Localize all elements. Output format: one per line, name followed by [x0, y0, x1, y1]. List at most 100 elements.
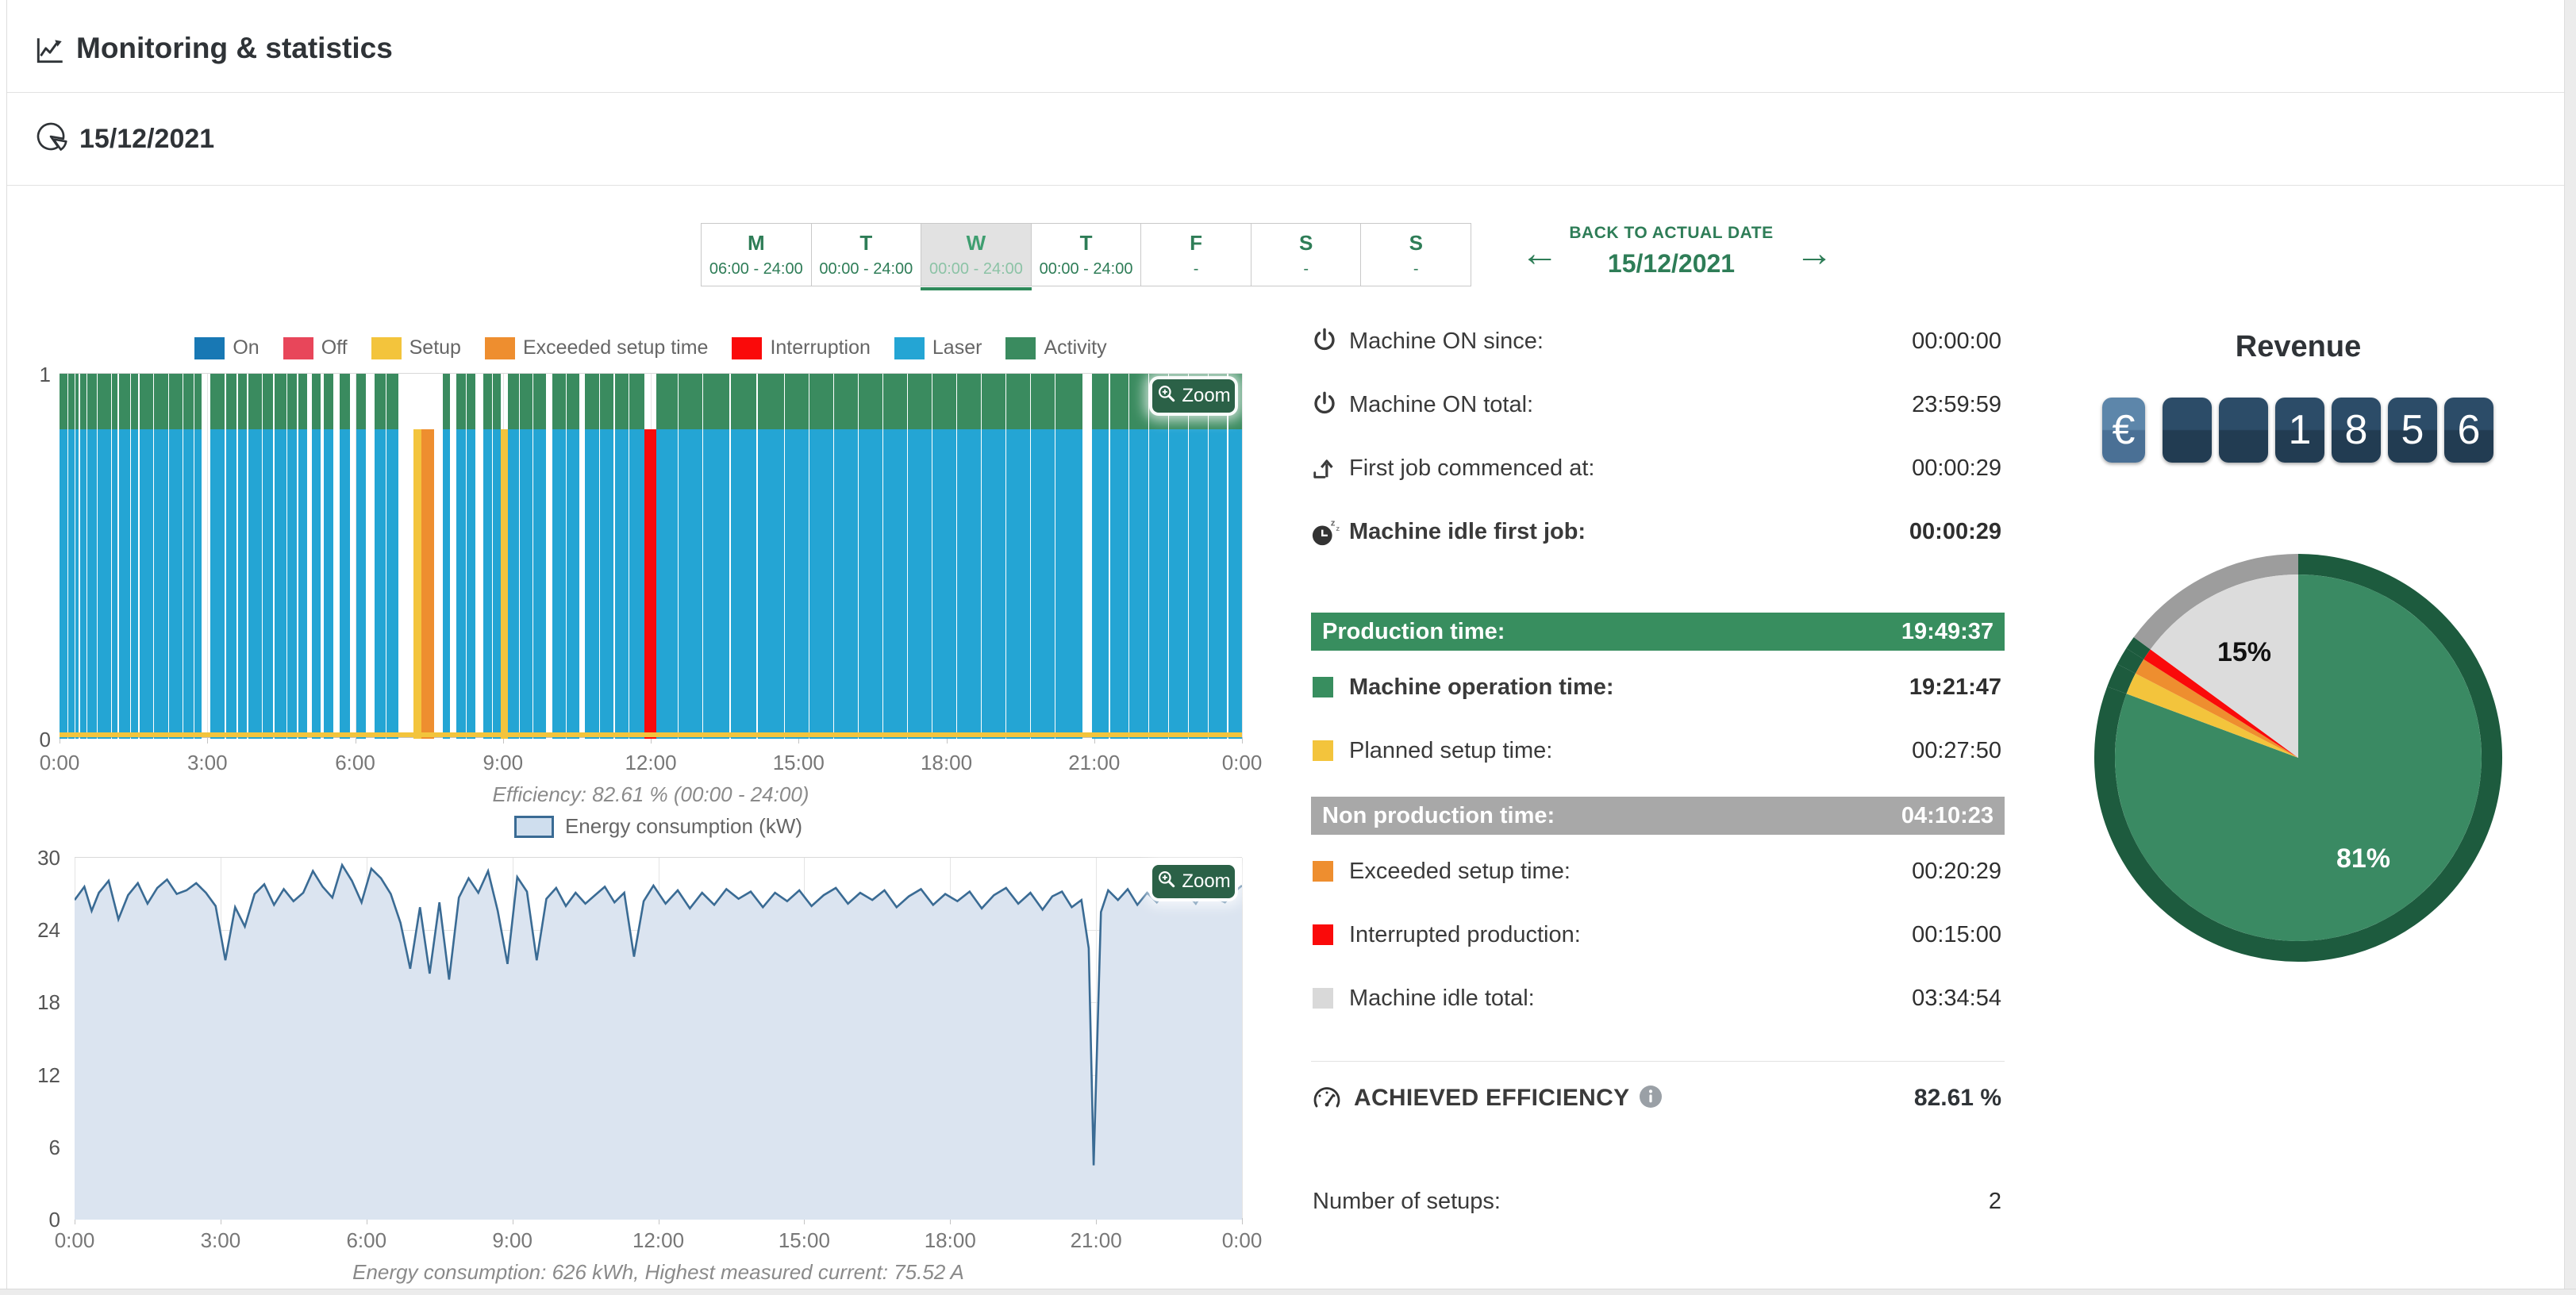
timeline-x-tick-label: 6:00 [335, 751, 375, 775]
timeline-laser-bar [982, 429, 1005, 739]
energy-y-tick-label: 24 [11, 918, 60, 943]
timeline-zoom-button[interactable]: Zoom [1152, 379, 1235, 413]
timeline-activity-bar [508, 374, 519, 429]
non-production-time-value: 04:10:23 [1901, 797, 1994, 835]
legend-label: Interruption [770, 336, 870, 359]
timeline-laser-bar [248, 429, 262, 739]
monitoring-dashboard: Monitoring & statistics 15/12/2021 M06:0… [0, 0, 2576, 1295]
legend-item-exceeded-setup-time: Exceeded setup time [485, 336, 708, 359]
energy-x-tick-label: 0:00 [1222, 1228, 1263, 1253]
timeline-laser-bar [210, 429, 225, 739]
timeline-laser-bar [80, 429, 87, 739]
timeline-laser-bar [508, 429, 519, 739]
timeline-activity-bar [1092, 374, 1109, 429]
timeline-x-tick-label: 0:00 [40, 751, 80, 775]
timeline-activity-bar [238, 374, 247, 429]
number-of-setups-row: Number of setups: 2 [1311, 1184, 2005, 1219]
timeline-tick [1242, 737, 1243, 744]
energy-x-tick-label: 12:00 [632, 1228, 684, 1253]
timeline-laser-bar [483, 429, 492, 739]
day-time-range: 00:00 - 24:00 [1040, 260, 1133, 279]
machine-idle-first-job-label: Machine idle first job: [1349, 513, 1586, 551]
timeline-laser-bar [75, 429, 79, 739]
legend-label: Laser [932, 336, 982, 359]
machine-operation-time-row: Machine operation time:19:21:47 [1311, 668, 2005, 706]
timeline-activity-bar [112, 374, 117, 429]
timeline-activity-bar [908, 374, 932, 429]
interrupted-production-value: 00:15:00 [1912, 916, 2001, 954]
right-scroll-track[interactable] [2565, 0, 2576, 1295]
timeline-laser-bar [154, 429, 167, 739]
timeline-laser-bar [493, 429, 500, 739]
timeline-laser-bar [615, 429, 629, 739]
day-cell-W[interactable]: W00:00 - 24:00 [921, 224, 1032, 286]
timeline-activity-bar [263, 374, 273, 429]
timeline-x-tick-label: 21:00 [1068, 751, 1120, 775]
timeline-activity-bar [552, 374, 566, 429]
legend-swatch [194, 337, 225, 359]
day-cell-M[interactable]: M06:00 - 24:00 [702, 224, 812, 286]
time-distribution-pie-chart: 15%81% [2093, 553, 2503, 963]
machine-idle-total-value: 03:34:54 [1912, 979, 2001, 1017]
timeline-laser-bar [1055, 429, 1082, 739]
timeline-activity-bar [456, 374, 465, 429]
timeline-activity-bar [834, 374, 858, 429]
legend-swatch [894, 337, 925, 359]
timeline-laser-bar [533, 429, 546, 739]
timeline-x-axis: 0:003:006:009:0012:0015:0018:0021:000:00 [60, 751, 1242, 774]
energy-x-tick-label: 9:00 [492, 1228, 533, 1253]
timeline-laser-bar [287, 429, 297, 739]
timeline-activity-bar [520, 374, 533, 429]
timeline-activity-bar [1031, 374, 1055, 429]
legend-label: Off [321, 336, 348, 359]
day-cell-F[interactable]: F- [1141, 224, 1251, 286]
day-cell-T[interactable]: T00:00 - 24:00 [1032, 224, 1142, 286]
date-divider [7, 185, 2564, 186]
bottom-strip [0, 1289, 2576, 1295]
timeline-laser-bar [1169, 429, 1188, 739]
timeline-laser-bar [785, 429, 809, 739]
revenue-counter: €1856 [2102, 398, 2501, 463]
timeline-y-max: 1 [11, 363, 51, 387]
pie-label: 15% [2217, 637, 2271, 667]
timeline-activity-bar [1055, 374, 1082, 429]
energy-gridline-v [1242, 858, 1243, 1218]
energy-y-tick-label: 6 [11, 1136, 60, 1160]
timeline-legend: OnOffSetupExceeded setup timeInterruptio… [60, 336, 1242, 359]
timeline-activity-bar [248, 374, 262, 429]
selected-day-underline [921, 287, 1032, 290]
energy-zoom-button[interactable]: Zoom [1152, 865, 1235, 898]
legend-swatch [1005, 337, 1036, 359]
info-icon[interactable] [1639, 1085, 1663, 1112]
magnifier-plus-icon [1156, 383, 1177, 409]
timeline-activity-bar [1110, 374, 1129, 429]
timeline-laser-bar [324, 429, 333, 739]
timeline-activity-bar [467, 374, 475, 429]
legend-swatch [485, 337, 515, 359]
timeline-laser-bar [356, 429, 366, 739]
revenue-digit-tile: 8 [2332, 398, 2381, 463]
timeline-activity-bar [809, 374, 833, 429]
legend-swatch [371, 337, 402, 359]
left-border [6, 0, 7, 1295]
timeline-activity-bar [567, 374, 579, 429]
day-cell-T[interactable]: T00:00 - 24:00 [812, 224, 922, 286]
timeline-x-tick-label: 15:00 [773, 751, 825, 775]
revenue-digit-tile: 5 [2388, 398, 2437, 463]
header-divider [7, 92, 2564, 93]
idle-clock-icon: zz [1311, 517, 1341, 551]
non-production-time-banner: Non production time:04:10:23 [1311, 797, 2005, 835]
efficiency-divider [1311, 1061, 2005, 1062]
energy-legend-swatch [514, 816, 554, 838]
svg-text:z: z [1331, 518, 1336, 528]
timeline-activity-bar [298, 374, 307, 429]
timeline-zoom-label: Zoom [1182, 385, 1230, 407]
timeline-x-tick-label: 18:00 [921, 751, 972, 775]
timeline-activity-bar [493, 374, 500, 429]
timeline-laser-bar [375, 429, 386, 739]
legend-swatch [732, 337, 762, 359]
timeline-laser-bar [340, 429, 351, 739]
timeline-activity-bar [68, 374, 74, 429]
timeline-activity-bar [324, 374, 333, 429]
energy-x-tick-label: 18:00 [925, 1228, 976, 1253]
